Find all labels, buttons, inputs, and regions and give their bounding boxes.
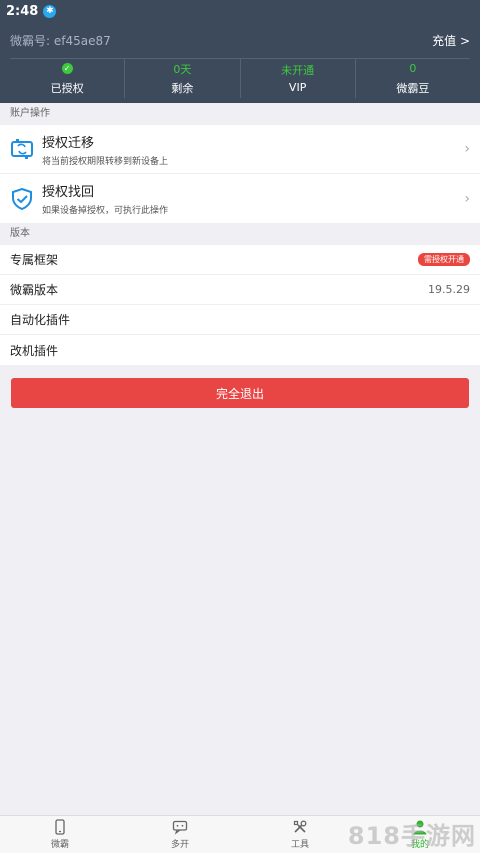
stat-vip[interactable]: 未开通 VIP [241,59,356,98]
status-time: 2:48 [6,3,39,19]
stat-value: 未开通 [281,64,315,77]
status-bar: 2:48 ✱ [0,0,480,22]
account-ops-card: 授权迁移 将当前授权期限转移到新设备上 › 授权找回 如果设备掉授权，可执行此操… [0,125,480,223]
version-label: 自动化插件 [10,313,71,327]
transfer-icon [11,139,33,159]
stat-label: VIP [288,81,307,94]
stat-beans[interactable]: 0 微霸豆 [356,59,470,98]
bottom-tab-bar: 微霸 多开 工具 我的 [0,815,480,853]
tab-weiba[interactable]: 微霸 [0,816,120,853]
chevron-right-icon: › [464,141,470,157]
version-item-automation-plugin[interactable]: 自动化插件 [0,305,480,335]
stat-label: 剩余 [171,81,194,95]
version-value: 19.5.29 [428,283,470,296]
op-item-transfer[interactable]: 授权迁移 将当前授权期限转移到新设备上 › [0,125,480,174]
version-label: 微霸版本 [10,283,59,297]
person-icon [413,820,427,835]
section-title-version: 版本 [10,228,30,239]
tab-label: 微霸 [50,840,69,850]
version-card: 专属框架 需授权开通 微霸版本 19.5.29 自动化插件 改机插件 [0,245,480,365]
shield-check-icon [12,187,32,210]
tab-label: 工具 [290,840,309,850]
check-circle-icon: ✓ [61,63,73,74]
recharge-button[interactable]: 充值 > [432,32,470,49]
stat-label: 微霸豆 [396,81,430,95]
account-id: 微霸号: ef45ae87 [10,33,111,48]
stat-remaining[interactable]: 0天 剩余 [125,59,241,98]
op-desc: 如果设备掉授权，可执行此操作 [42,206,169,216]
tab-mine[interactable]: 我的 [360,816,480,853]
account-row: 微霸号: ef45ae87 充值 > [0,22,480,58]
op-item-recover[interactable]: 授权找回 如果设备掉授权，可执行此操作 › [0,174,480,223]
chevron-right-icon: › [464,190,470,207]
notification-icon: ✱ [43,4,57,18]
phone-icon [55,819,65,835]
section-title-account-ops: 账户操作 [10,108,50,119]
tab-label: 我的 [410,840,429,850]
chat-icon [172,820,188,835]
stat-label: 已授权 [50,81,84,95]
version-label: 专属框架 [10,253,59,267]
tab-tools[interactable]: 工具 [240,816,360,853]
version-label: 改机插件 [10,343,59,358]
stat-authorized[interactable]: ✓ 已授权 [10,59,126,98]
stat-value: 0天 [173,62,192,76]
tab-label: 多开 [170,840,189,850]
version-item-framework[interactable]: 专属框架 需授权开通 [0,245,480,275]
version-item-device-plugin[interactable]: 改机插件 [0,335,480,365]
header: 2:48 ✱ 微霸号: ef45ae87 充值 > ✓ 已授权 0天 剩余 未开… [0,0,480,103]
tools-icon [293,820,307,833]
op-desc: 将当前授权期限转移到新设备上 [42,156,169,167]
version-item-app-version[interactable]: 微霸版本 19.5.29 [0,275,480,305]
stat-value: 0 [409,62,417,75]
op-title: 授权找回 [42,185,95,200]
logout-button[interactable]: 完全退出 [11,378,469,408]
op-title: 授权迁移 [42,135,95,151]
tab-multi-open[interactable]: 多开 [120,816,240,853]
stats-bar: ✓ 已授权 0天 剩余 未开通 VIP 0 微霸豆 [10,58,470,98]
status-badge: 需授权开通 [418,253,470,266]
